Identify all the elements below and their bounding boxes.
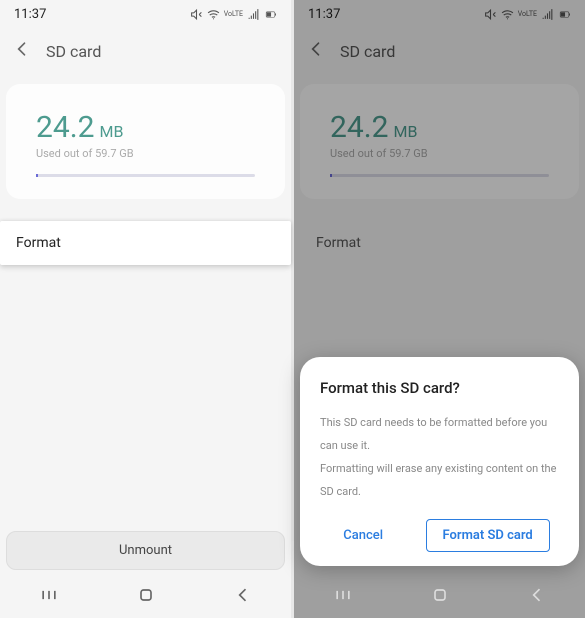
cancel-button[interactable]: Cancel (329, 520, 397, 551)
volte-icon: VoLTE (518, 11, 537, 18)
status-bar: 11:37 VoLTE (294, 0, 585, 28)
back-nav-button[interactable] (527, 585, 547, 609)
dialog-title: Format this SD card? (320, 379, 559, 397)
used-unit: MB (394, 122, 418, 141)
format-label: Format (16, 235, 61, 251)
navbar (294, 576, 585, 618)
unmount-button[interactable]: Unmount (6, 531, 285, 570)
home-button[interactable] (136, 585, 156, 609)
header: SD card (0, 28, 291, 74)
wifi-icon (207, 8, 220, 21)
mute-icon (190, 8, 203, 21)
format-row[interactable]: Format (300, 221, 579, 265)
format-label: Format (316, 235, 361, 251)
signal-icon (541, 8, 554, 21)
volte-icon: VoLTE (224, 11, 243, 18)
status-icons: VoLTE (190, 8, 277, 21)
header: SD card (294, 28, 585, 74)
recent-apps-button[interactable] (39, 585, 59, 609)
format-row[interactable]: Format (0, 221, 291, 265)
status-time: 11:37 (14, 7, 46, 22)
used-unit: MB (100, 122, 124, 141)
storage-progress (330, 174, 549, 177)
status-time: 11:37 (308, 7, 340, 22)
used-subtext: Used out of 59.7 GB (36, 147, 255, 160)
storage-card: 24.2 MB Used out of 59.7 GB (6, 84, 285, 199)
back-nav-button[interactable] (233, 585, 253, 609)
storage-card: 24.2 MB Used out of 59.7 GB (300, 84, 579, 199)
back-button[interactable] (306, 39, 326, 63)
back-button[interactable] (12, 39, 32, 63)
battery-icon (264, 8, 277, 21)
page-title: SD card (46, 42, 101, 61)
wifi-icon (501, 8, 514, 21)
unmount-label: Unmount (119, 543, 172, 558)
page-title: SD card (340, 42, 395, 61)
format-dialog: Format this SD card? This SD card needs … (300, 357, 579, 566)
dialog-line1: This SD card needs to be formatted befor… (320, 411, 559, 457)
status-bar: 11:37 VoLTE (0, 0, 291, 28)
signal-icon (247, 8, 260, 21)
mute-icon (484, 8, 497, 21)
dialog-line2: Formatting will erase any existing conte… (320, 457, 559, 503)
format-sd-card-button[interactable]: Format SD card (426, 519, 550, 552)
navbar (0, 576, 291, 618)
battery-icon (558, 8, 571, 21)
dialog-body: This SD card needs to be formatted befor… (320, 411, 559, 503)
used-subtext: Used out of 59.7 GB (330, 147, 549, 160)
recent-apps-button[interactable] (333, 585, 353, 609)
phone-screen-left: 11:37 VoLTE SD card 24.2 MB Used out of … (0, 0, 291, 618)
used-value: 24.2 (36, 110, 95, 145)
storage-progress (36, 174, 255, 177)
status-icons: VoLTE (484, 8, 571, 21)
used-value: 24.2 (330, 110, 389, 145)
home-button[interactable] (430, 585, 450, 609)
phone-screen-right: 11:37 VoLTE SD card 24.2 MB Used out of … (294, 0, 585, 618)
